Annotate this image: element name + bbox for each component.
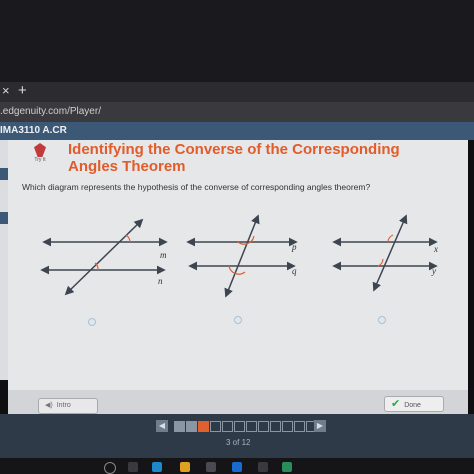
line-label-q: q xyxy=(292,266,297,276)
pager-box[interactable] xyxy=(234,421,245,432)
angle-mark xyxy=(387,234,394,243)
course-code: IMA3110 A.CR xyxy=(0,125,67,136)
pager-box[interactable] xyxy=(258,421,269,432)
browser-tab-bar: × + xyxy=(0,82,474,102)
transversal-line xyxy=(372,214,408,292)
browser-frame xyxy=(0,0,474,82)
pager-box[interactable] xyxy=(222,421,233,432)
pager-box[interactable] xyxy=(246,421,257,432)
new-tab-icon[interactable]: + xyxy=(18,82,27,99)
try-it-badge: Try It xyxy=(30,143,50,163)
url-text: .edgenuity.com/Player/ xyxy=(0,106,101,117)
done-label: Done xyxy=(404,402,421,409)
transversal-line xyxy=(224,214,260,298)
pager-box-current[interactable] xyxy=(198,421,209,432)
line-label-y: y xyxy=(431,266,436,276)
rail-tool-button[interactable] xyxy=(0,212,8,224)
diagram-option-1[interactable]: m n xyxy=(38,210,178,300)
pager-box[interactable] xyxy=(174,421,185,432)
pager-box[interactable] xyxy=(282,421,293,432)
address-bar[interactable]: .edgenuity.com/Player/ xyxy=(0,102,474,122)
radio-option-2[interactable] xyxy=(234,316,242,324)
pager-box[interactable] xyxy=(270,421,281,432)
line-label-p: p xyxy=(291,242,297,252)
line-label-n: n xyxy=(158,276,163,286)
radio-option-1[interactable] xyxy=(88,318,96,326)
radio-option-3[interactable] xyxy=(378,316,386,324)
page-counter: 3 of 12 xyxy=(226,438,251,447)
search-icon[interactable] xyxy=(104,462,116,474)
rail-tool-button[interactable] xyxy=(0,168,8,180)
angle-mark xyxy=(125,234,131,243)
checkmark-icon: ✔ xyxy=(391,398,401,410)
activity-title: Identifying the Converse of the Correspo… xyxy=(68,141,400,175)
diagram-option-3[interactable]: x y xyxy=(330,210,450,300)
try-it-icon xyxy=(34,143,46,157)
pager-box[interactable] xyxy=(210,421,221,432)
next-activity-button[interactable]: ▶ xyxy=(314,420,326,432)
previous-activity-button[interactable]: ◀ xyxy=(156,420,168,432)
speaker-icon: ◀) xyxy=(45,402,53,409)
intro-label: Intro xyxy=(56,402,71,409)
try-it-label: Try It xyxy=(34,157,46,163)
mail-icon[interactable] xyxy=(232,462,242,472)
angle-mark xyxy=(237,235,255,245)
line-label-m: m xyxy=(160,250,167,260)
close-tab-icon[interactable]: × xyxy=(2,83,10,98)
angle-mark xyxy=(377,258,384,267)
pager-box[interactable] xyxy=(186,421,197,432)
pager-box[interactable] xyxy=(294,421,305,432)
intro-button[interactable]: ◀) Intro xyxy=(38,398,98,414)
apps-icon[interactable] xyxy=(258,462,268,472)
line-label-x: x xyxy=(433,244,438,254)
question-text: Which diagram represents the hypothesis … xyxy=(22,182,371,192)
store-icon[interactable] xyxy=(206,462,216,472)
diagram-option-2[interactable]: p q xyxy=(182,210,312,300)
taskview-icon[interactable] xyxy=(128,462,138,472)
transversal-line xyxy=(64,218,144,296)
done-button[interactable]: ✔ Done xyxy=(384,396,444,412)
left-tool-rail xyxy=(0,140,8,380)
folder-icon[interactable] xyxy=(180,462,190,472)
app-icon[interactable] xyxy=(282,462,292,472)
course-header: IMA3110 A.CR xyxy=(0,122,474,140)
edge-icon[interactable] xyxy=(152,462,162,472)
